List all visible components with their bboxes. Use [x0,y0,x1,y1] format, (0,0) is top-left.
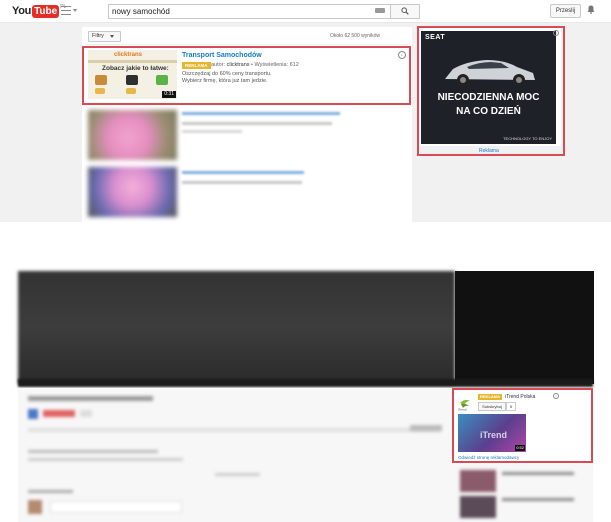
player-side-panel [455,271,594,384]
action-bar-blurred [28,428,440,432]
video-thumbnail[interactable] [88,167,177,217]
search-input[interactable]: nowy samochód [108,4,395,19]
highlight-frame-promo [452,388,593,463]
player-controls-blurred[interactable] [18,379,593,387]
video-meta-blurred [182,122,332,125]
related-title-blurred[interactable] [502,498,574,501]
search-icon [401,7,409,15]
highlight-frame-sidebar-ad [417,26,565,156]
description-blurred [28,450,158,453]
video-thumbnail[interactable] [88,110,177,160]
chevron-down-icon[interactable] [73,9,77,12]
video-title-blurred[interactable] [182,171,304,174]
comments-header-blurred [28,490,73,493]
logo-you-text: You [12,5,32,17]
show-more-blurred[interactable] [215,473,260,476]
related-thumbnail[interactable] [460,496,496,518]
count-blurred [80,410,92,417]
like-buttons-blurred[interactable] [410,425,442,431]
video-title-blurred [28,396,153,401]
filter-button[interactable]: Filtry [88,31,121,42]
subscribe-button-blurred[interactable] [43,410,75,417]
guide-menu-icon[interactable] [61,6,71,15]
youtube-logo[interactable]: You Tube PL [12,4,66,18]
description-blurred [28,458,183,461]
commenter-avatar [28,500,42,514]
channel-avatar[interactable] [28,409,38,419]
video-player-blurred[interactable] [18,271,455,384]
related-thumbnail[interactable] [460,470,496,492]
chevron-down-icon [110,35,114,38]
video-desc-blurred [182,130,242,133]
video-title-blurred[interactable] [182,112,340,115]
comment-input-blurred[interactable] [50,501,182,513]
video-meta-blurred [182,181,302,184]
bell-icon[interactable] [587,5,595,14]
keyboard-icon[interactable] [375,8,385,13]
logo-tube-text: Tube [32,4,60,18]
results-count: Około 62 500 wyników [330,33,381,39]
search-button[interactable] [390,4,420,19]
highlight-frame-ad-result [82,46,411,105]
divider [86,44,408,45]
upload-button[interactable]: Przeslij [550,4,581,18]
related-title-blurred[interactable] [502,472,574,475]
masthead: You Tube PL nowy samochód Przeslij [0,0,611,23]
